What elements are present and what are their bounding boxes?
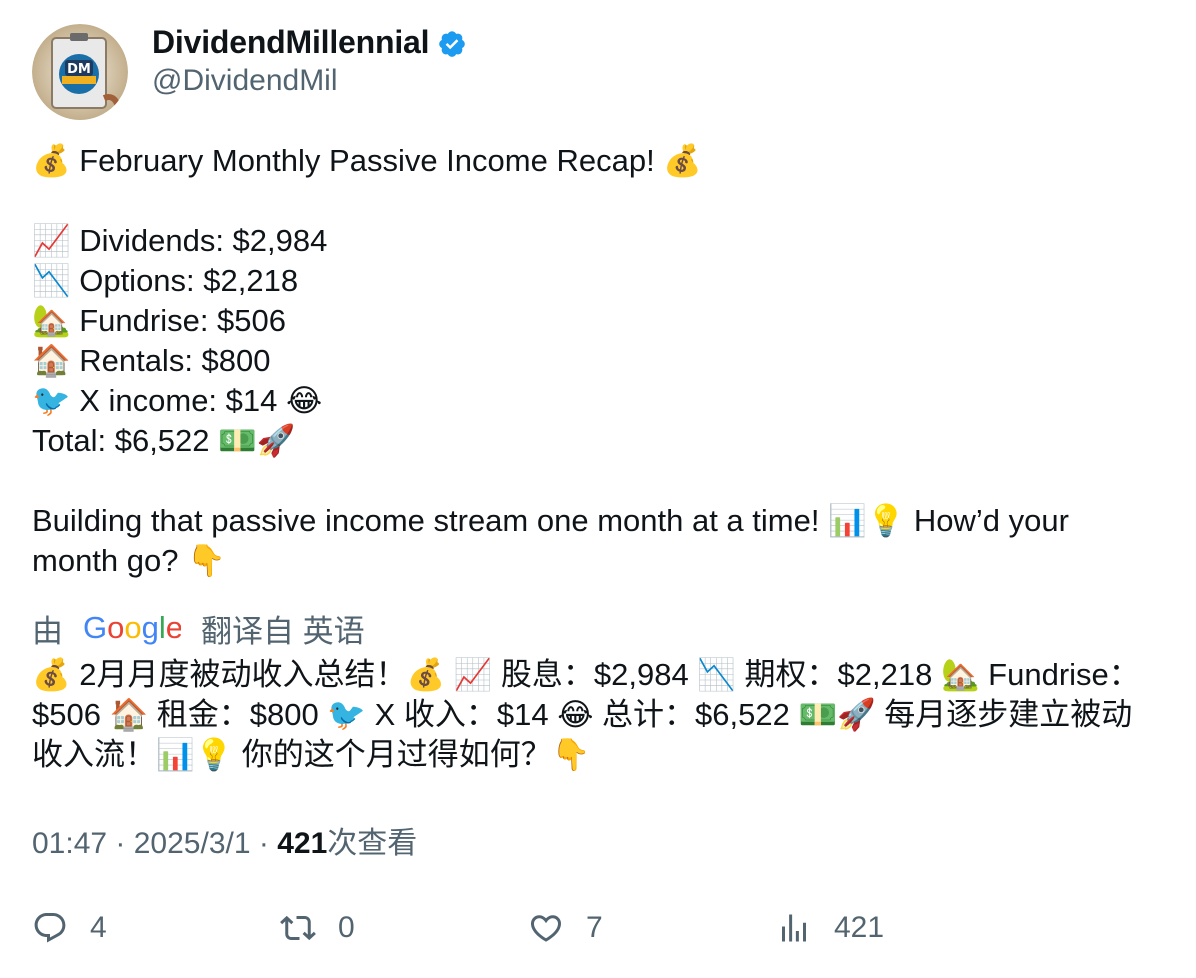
tweet-line-title: 💰 February Monthly Passive Income Recap!… bbox=[32, 143, 702, 178]
tweet-line-fundrise: 🏡 Fundrise: $506 bbox=[32, 303, 287, 338]
translated-text: 💰 2月月度被动收入总结！💰 📈 股息：$2,984 📉 期权：$2,218 🏡… bbox=[32, 657, 1140, 772]
tweet-line-closing: Building that passive income stream one … bbox=[32, 503, 1069, 578]
repost-icon bbox=[280, 915, 316, 941]
views-count-action: 421 bbox=[834, 911, 885, 944]
tweet-header: DM DividendMillennial @DividendMil bbox=[32, 24, 467, 120]
tweet-line-options: 📉 Options: $2,218 bbox=[32, 263, 299, 298]
svg-text:Google: Google bbox=[83, 611, 181, 645]
action-bar: 4 0 7 421 bbox=[32, 910, 1162, 954]
author-display-name[interactable]: DividendMillennial bbox=[152, 24, 430, 61]
repost-count: 0 bbox=[338, 911, 355, 944]
translation-suffix[interactable]: 翻译自 英语 bbox=[201, 606, 365, 651]
tweet-time[interactable]: 01:47 bbox=[32, 827, 107, 860]
views-button[interactable]: 421 bbox=[776, 910, 884, 946]
google-logo: Google bbox=[83, 611, 181, 645]
verified-badge-icon[interactable] bbox=[437, 29, 467, 59]
tweet-text: 💰 February Monthly Passive Income Recap!… bbox=[32, 141, 1162, 581]
meta-separator: · bbox=[107, 827, 134, 860]
views-label: 次查看 bbox=[327, 827, 418, 860]
views-count: 421 bbox=[277, 827, 328, 860]
tweet-line-x-income: 🐦 X income: $14 😂 bbox=[32, 383, 323, 418]
reply-icon bbox=[34, 913, 66, 943]
tweet-line-dividends: 📈 Dividends: $2,984 bbox=[32, 223, 328, 258]
avatar[interactable]: DM bbox=[32, 24, 128, 120]
meta-separator: · bbox=[250, 827, 278, 860]
translation-attribution: 由 Google 翻译自 英语 bbox=[32, 606, 365, 650]
reply-count: 4 bbox=[90, 911, 107, 944]
tweet-date[interactable]: 2025/3/1 bbox=[134, 827, 251, 860]
tweet-line-rentals: 🏠 Rentals: $800 bbox=[32, 343, 271, 378]
translation-prefix: 由 bbox=[32, 613, 63, 649]
tweet-meta: 01:47 · 2025/3/1 · 421次查看 bbox=[32, 824, 417, 864]
like-count: 7 bbox=[586, 911, 603, 944]
tweet-line-total: Total: $6,522 💵🚀 bbox=[32, 423, 296, 458]
reply-button[interactable]: 4 bbox=[32, 910, 107, 946]
heart-icon bbox=[530, 915, 562, 942]
author-handle[interactable]: @DividendMil bbox=[152, 64, 467, 98]
analytics-icon bbox=[782, 914, 806, 942]
avatar-logo-text: DM bbox=[67, 62, 91, 77]
repost-button[interactable]: 0 bbox=[280, 910, 355, 946]
like-button[interactable]: 7 bbox=[528, 910, 603, 946]
